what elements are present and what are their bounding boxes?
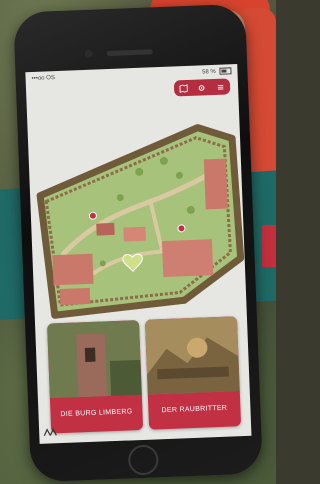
card-die-burg-limberg[interactable]: DIE BURG LIMBERG — [47, 320, 144, 434]
app-logo-icon — [43, 428, 57, 436]
card-der-raubritter[interactable]: DER RAUBRITTER — [144, 316, 242, 430]
earpiece-speaker — [106, 49, 153, 57]
battery-indicator: 58 % — [202, 67, 232, 76]
carrier-label: •••oo OS — [31, 75, 56, 82]
app-header-toolbar — [173, 78, 231, 97]
topic-cards: DIE BURG LIMBERG DER RAUBRITTER — [47, 316, 242, 434]
map-icon[interactable] — [178, 83, 188, 93]
home-button[interactable] — [127, 444, 159, 476]
front-camera — [84, 49, 93, 58]
robber-knight-illustration — [144, 316, 240, 395]
menu-icon[interactable] — [216, 82, 226, 92]
castle-map[interactable] — [27, 98, 247, 322]
red-banner-edge — [262, 225, 276, 267]
battery-percent: 58 % — [202, 69, 216, 76]
card-label-limberg: DIE BURG LIMBERG — [60, 408, 133, 419]
phone-screen: •••oo OS 58 % DIE BURG LIMBERG DER RAUBR… — [25, 64, 252, 444]
card-label-raubritter: DER RAUBRITTER — [161, 404, 228, 415]
battery-icon — [219, 67, 232, 76]
smartphone: •••oo OS 58 % DIE BURG LIMBERG DER RAUBR… — [13, 3, 263, 483]
settings-icon[interactable] — [197, 82, 207, 92]
castle-tower-photo — [47, 320, 142, 399]
